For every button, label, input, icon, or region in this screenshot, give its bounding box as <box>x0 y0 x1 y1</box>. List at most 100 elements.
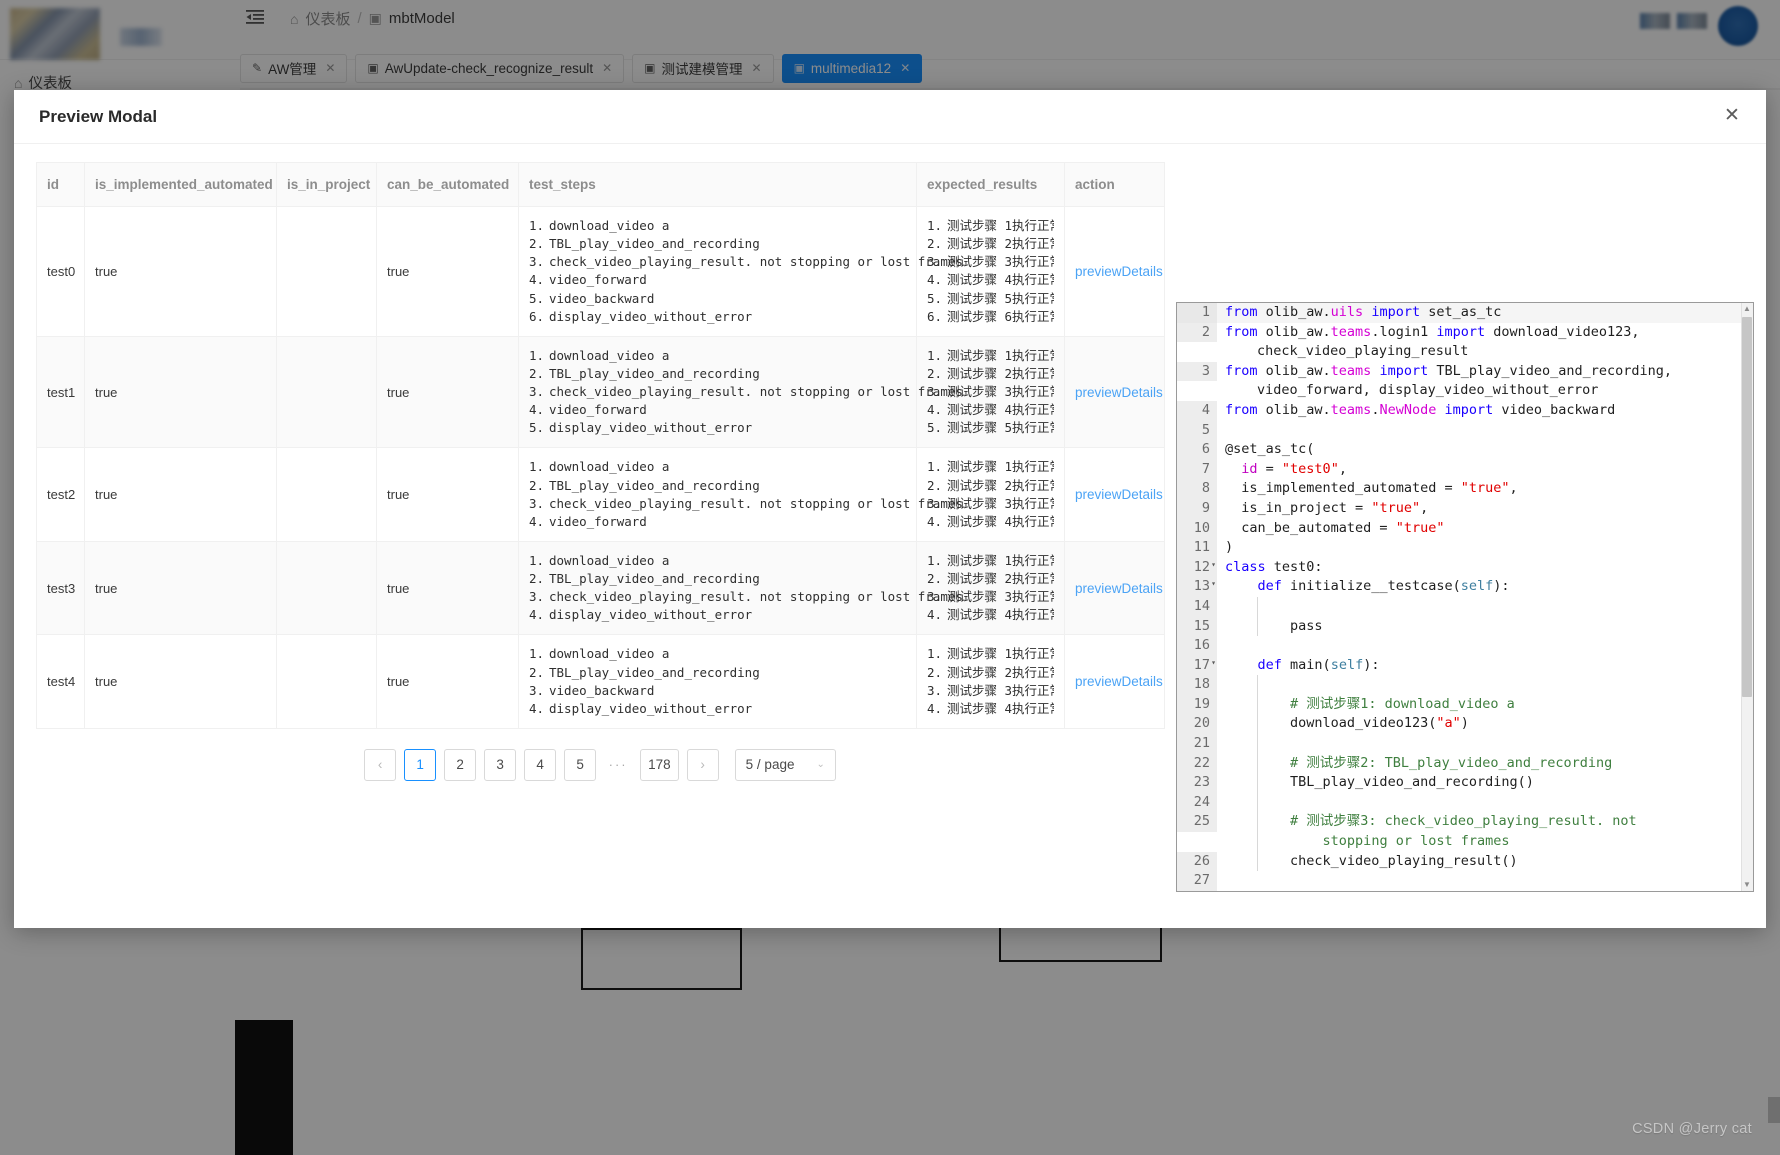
code-fold-icon[interactable]: ▾ <box>1211 580 1216 588</box>
code-line-text: is_implemented_automated = "true", <box>1225 480 1518 497</box>
column-header-can-be-automated[interactable]: can_be_automated <box>376 162 519 207</box>
code-line[interactable]: 5 <box>1177 420 1753 441</box>
preview-details-link[interactable]: previewDetails <box>1075 581 1163 596</box>
indent-guide <box>1257 734 1258 754</box>
code-line[interactable]: 19 # 测试步骤1: download_video a <box>1177 694 1753 715</box>
code-line[interactable]: 15 pass <box>1177 616 1753 637</box>
code-line[interactable]: 13 ▾ def initialize__testcase(self): <box>1177 577 1753 597</box>
column-header-id[interactable]: id <box>36 162 85 207</box>
code-line-number: 13 ▾ <box>1177 577 1217 597</box>
code-line[interactable]: 21 <box>1177 734 1753 754</box>
window-scrollbar-thumb[interactable] <box>1768 1097 1780 1123</box>
code-line[interactable]: 2 from olib_aw.teams.login1 import downlo… <box>1177 322 1753 343</box>
pagination-next-button[interactable]: › <box>686 748 719 781</box>
cell-is-implemented-automated: true <box>84 541 277 636</box>
modal-title: Preview Modal <box>39 106 158 126</box>
chevron-down-icon: ⌄ <box>816 759 825 771</box>
table-row[interactable]: test3 true true 1. download_video a 2. TBL_pla… <box>36 541 1165 636</box>
column-header-action[interactable]: action <box>1064 162 1165 207</box>
code-fold-icon[interactable]: ▾ <box>1211 658 1216 667</box>
code-line-text: check_video_playing_result <box>1257 343 1469 360</box>
code-line[interactable]: 8 is_implemented_automated = "true", <box>1177 479 1753 499</box>
test-step-item: 2. TBL_play_video_and_recording <box>529 365 760 381</box>
code-editor[interactable]: 1 from olib_aw.uils import set_as_tc 2 from… <box>1176 302 1754 892</box>
code-line[interactable]: 16 <box>1177 636 1753 656</box>
code-line[interactable]: 26 check_video_playing_result() <box>1177 851 1753 872</box>
code-line[interactable]: 11) <box>1177 538 1753 558</box>
expected-result-item: 3. 测试步骤 3执行正常 <box>927 589 1054 605</box>
code-line[interactable]: 23 TBL_play_video_and_recording() <box>1177 773 1753 793</box>
pagination-page-2[interactable]: 2 <box>444 748 477 781</box>
scroll-down-icon[interactable]: ▼ <box>1742 879 1752 891</box>
code-line[interactable]: stopping or lost frames <box>1177 832 1753 852</box>
column-header-is-implemented-automated[interactable]: is_implemented_automated <box>84 162 277 207</box>
code-fold-icon[interactable]: ▾ <box>1211 560 1216 569</box>
page-size-label: 5 / page <box>745 757 795 773</box>
expected-result-item: 4. 测试步骤 4执行正常 <box>927 607 1054 623</box>
column-header-is-in-project[interactable]: is_in_project <box>276 162 377 207</box>
code-line-number: 23 <box>1177 773 1217 793</box>
pagination-last-page[interactable]: 178 <box>640 748 679 781</box>
code-scrollbar-thumb[interactable] <box>1742 317 1752 697</box>
cell-can-be-automated: true <box>376 206 519 337</box>
page-size-select[interactable]: 5 / page ⌄ <box>734 748 836 781</box>
code-line-number: 11 <box>1177 538 1217 558</box>
code-line[interactable]: 9 is_in_project = "true", <box>1177 498 1753 519</box>
preview-details-link[interactable]: previewDetails <box>1075 487 1163 502</box>
cell-action: previewDetails <box>1064 336 1165 449</box>
pagination-page-3[interactable]: 3 <box>484 748 517 781</box>
preview-details-link[interactable]: previewDetails <box>1075 385 1163 400</box>
table-row[interactable]: test4 true true 1. download_video a 2. TBL_pla… <box>36 634 1165 729</box>
pagination-page-1[interactable]: 1 <box>404 748 437 781</box>
code-line[interactable]: video_forward, display_video_without_err… <box>1177 381 1753 401</box>
table-row[interactable]: test0 true true 1. download_video a 2. TBL_pla… <box>36 206 1165 337</box>
code-line[interactable]: 7 id = "test0", <box>1177 459 1753 480</box>
test-step-item: 1. download_video a <box>529 218 670 233</box>
expected-result-item: 1. 测试步骤 1执行正常 <box>927 552 1054 568</box>
code-line[interactable]: 3 from olib_aw.teams import TBL_play_vide… <box>1177 361 1753 382</box>
code-line-number: 22 <box>1177 753 1217 774</box>
code-line[interactable]: 17 ▾ def main(self): <box>1177 655 1753 676</box>
cell-can-be-automated: true <box>376 541 519 636</box>
code-line[interactable]: 24 <box>1177 792 1753 813</box>
code-line[interactable]: 4 from olib_aw.teams.NewNode import video… <box>1177 400 1753 421</box>
code-line[interactable]: 12 ▾ class test0: <box>1177 557 1753 578</box>
expected-result-item: 2. 测试步骤 2执行正常 <box>927 365 1054 381</box>
code-line[interactable]: 20 download_video123("a") <box>1177 714 1753 735</box>
pagination-ellipsis[interactable]: ··· <box>604 757 632 772</box>
scroll-up-icon[interactable]: ▲ <box>1742 303 1752 315</box>
code-line[interactable]: 14 <box>1177 596 1753 617</box>
code-line[interactable]: 6 @set_as_tc( <box>1177 440 1753 460</box>
preview-details-link[interactable]: previewDetails <box>1075 264 1163 279</box>
pagination-prev-button[interactable]: ‹ <box>364 748 397 781</box>
code-scrollbar[interactable]: ▲ ▼ <box>1741 303 1753 891</box>
code-line[interactable]: 27 <box>1177 871 1753 891</box>
code-line-text: id = "test0", <box>1241 460 1347 477</box>
code-line[interactable]: 25 # 测试步骤3: check_video_playing_result. … <box>1177 812 1753 833</box>
pagination-page-5[interactable]: 5 <box>564 748 597 781</box>
column-header-test-steps[interactable]: test_steps <box>518 162 917 207</box>
column-header-expected-results[interactable]: expected_results <box>916 162 1065 207</box>
code-line[interactable]: 22 # 测试步骤2: TBL_play_video_and_recording <box>1177 753 1753 774</box>
pagination-page-4[interactable]: 4 <box>524 748 557 781</box>
code-line[interactable]: check_video_playing_result <box>1177 342 1753 362</box>
test-step-item: 1. download_video a <box>529 347 670 363</box>
code-line[interactable]: 1 from olib_aw.uils import set_as_tc <box>1177 303 1753 323</box>
cell-expected-results: 1. 测试步骤 1执行正常 2. 测试步骤 2执行正常 3. 测试步骤 3执行正常 4. 测试… <box>916 634 1065 729</box>
close-icon[interactable]: ✕ <box>1720 105 1744 129</box>
code-line-text: TBL_play_video_and_recording() <box>1217 773 1753 793</box>
code-line-text: can_be_automated = "true" <box>1225 519 1445 536</box>
code-line[interactable]: 18 <box>1177 675 1753 695</box>
cell-test-steps: 1. download_video a 2. TBL_play_video_and_r… <box>518 541 963 636</box>
preview-details-link[interactable]: previewDetails <box>1075 674 1163 689</box>
code-line-text <box>1217 675 1753 695</box>
expected-result-item: 3. 测试步骤 3执行正常 <box>927 682 1054 698</box>
table-row[interactable]: test1 true true 1. download_video a 2. TBL_pla… <box>36 336 1165 449</box>
code-editor-content[interactable]: 1 from olib_aw.uils import set_as_tc 2 from… <box>1177 303 1753 891</box>
indent-guide <box>1257 753 1258 774</box>
expected-result-item: 4. 测试步骤 4执行正常 <box>927 700 1054 716</box>
code-line[interactable]: 10 can_be_automated = "true" <box>1177 518 1753 539</box>
table-row[interactable]: test2 true true 1. download_video a 2. TBL_pla… <box>36 447 1165 542</box>
test-step-item: 5. display_video_without_error <box>529 420 753 436</box>
code-line-text: class test0: <box>1225 558 1323 575</box>
